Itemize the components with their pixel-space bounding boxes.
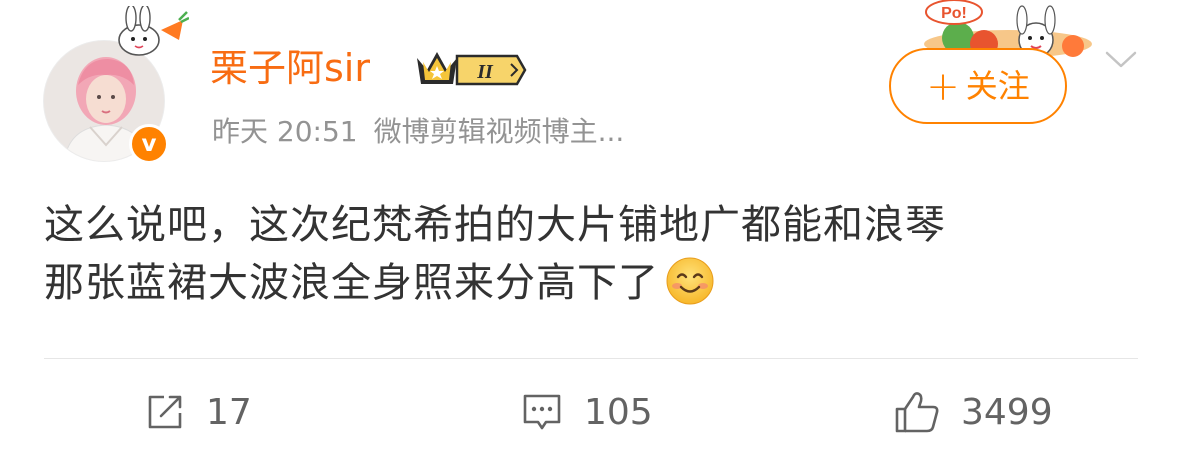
thumbs-up-icon bbox=[895, 392, 939, 433]
follow-button[interactable]: + 关注 bbox=[889, 48, 1067, 124]
post-source: 微博剪辑视频博主... bbox=[373, 115, 625, 148]
verified-badge-icon: v bbox=[129, 124, 169, 164]
post-text-line-2-text: 那张蓝裙大波浪全身照来分高下了 bbox=[44, 260, 659, 306]
plus-icon: + bbox=[926, 64, 960, 110]
comment-count: 105 bbox=[584, 391, 653, 433]
repost-button[interactable]: 17 bbox=[144, 388, 252, 436]
post-text-line-2: 那张蓝裙大波浪全身照来分高下了 bbox=[44, 254, 1114, 312]
chevron-down-icon[interactable] bbox=[1104, 46, 1138, 72]
comment-button[interactable]: 105 bbox=[520, 388, 653, 436]
member-level-text: II bbox=[476, 61, 494, 83]
post-body: 这么说吧，这次纪梵希拍的大片铺地广都能和浪琴 那张蓝裙大波浪全身照来分高下了 bbox=[44, 196, 1114, 312]
post-text-line-1: 这么说吧，这次纪梵希拍的大片铺地广都能和浪琴 bbox=[44, 202, 946, 248]
like-button[interactable]: 3499 bbox=[893, 388, 1053, 436]
repost-count: 17 bbox=[206, 391, 252, 433]
post-meta: 昨天 20:51 微博剪辑视频博主... bbox=[212, 114, 624, 150]
follow-label: 关注 bbox=[965, 67, 1030, 105]
post-time: 昨天 20:51 bbox=[212, 115, 358, 148]
avatar-group[interactable]: v bbox=[43, 6, 189, 164]
divider bbox=[44, 358, 1138, 359]
repost-icon bbox=[148, 395, 182, 429]
comment-icon bbox=[523, 394, 561, 430]
member-crown-badge[interactable]: II bbox=[413, 48, 527, 90]
card-bubble-text: Po! bbox=[941, 5, 967, 22]
like-count: 3499 bbox=[961, 391, 1053, 433]
username[interactable]: 栗子阿sir bbox=[210, 44, 370, 92]
smiling-face-emoji-icon bbox=[666, 257, 714, 305]
avatar-pendant-icon bbox=[118, 6, 189, 56]
